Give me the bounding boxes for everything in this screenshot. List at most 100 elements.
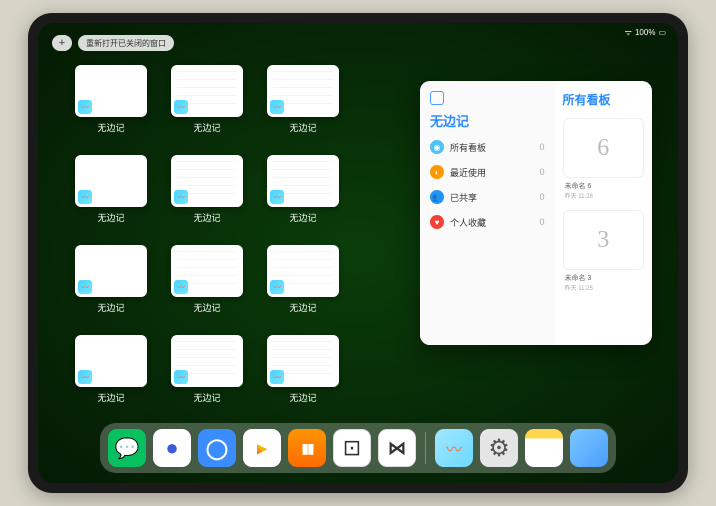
freeform-app-icon	[78, 190, 92, 204]
app-window[interactable]: 无边记	[72, 155, 150, 233]
app-window[interactable]: 无边记	[168, 65, 246, 143]
freeform-popup: ••• 无边记 ◉所有看板0◐最近使用0👥已共享0♥个人收藏0 所有看板 6未命…	[420, 81, 652, 345]
app-window-label: 无边记	[193, 211, 220, 224]
item-label: 所有看板	[450, 141, 486, 154]
app-window-label: 无边记	[97, 301, 124, 314]
folder-app-icon[interactable]	[570, 429, 608, 467]
app-window-label: 无边记	[289, 121, 316, 134]
popup-handle-icon[interactable]: •••	[634, 81, 648, 84]
board-name: 未命名 3	[563, 273, 644, 283]
item-count: 0	[540, 167, 545, 177]
sketch-content: 3	[597, 227, 609, 254]
dock-divider	[425, 432, 426, 464]
category-icon: ◐	[430, 165, 444, 179]
app-window[interactable]: 无边记	[168, 155, 246, 233]
boards-heading: 所有看板	[563, 91, 644, 108]
category-icon: ♥	[430, 215, 444, 229]
window-thumbnail	[171, 245, 243, 297]
window-thumbnail	[75, 335, 147, 387]
notes-app-icon[interactable]	[525, 429, 563, 467]
window-thumbnail	[75, 245, 147, 297]
battery-icon: ▭	[658, 28, 666, 37]
sidebar-item[interactable]: ♥ 个人收藏 0	[430, 215, 545, 229]
sidebar-item[interactable]: ◉ 所有看板 0	[430, 140, 545, 154]
browser1-app-icon[interactable]	[153, 429, 191, 467]
freeform-app-icon	[270, 100, 284, 114]
app-switcher-grid: 无边记无边记无边记无边记无边记无边记无边记无边记无边记无边记无边记无边记	[72, 65, 342, 413]
app-window-label: 无边记	[289, 301, 316, 314]
window-thumbnail	[171, 335, 243, 387]
category-icon: ◉	[430, 140, 444, 154]
board-item[interactable]: 6 未命名 6昨天 11:28	[563, 118, 644, 200]
new-window-button[interactable]: +	[52, 35, 72, 51]
app-window[interactable]: 无边记	[264, 245, 342, 323]
app-window[interactable]: 无边记	[264, 65, 342, 143]
freeform-app-icon[interactable]	[435, 429, 473, 467]
app-window[interactable]: 无边记	[72, 65, 150, 143]
freeform-app-icon	[174, 370, 188, 384]
sidebar-item[interactable]: ◐ 最近使用 0	[430, 165, 545, 179]
app-window-label: 无边记	[193, 301, 220, 314]
browser2-app-icon[interactable]	[198, 429, 236, 467]
app-window-label: 无边记	[289, 391, 316, 404]
freeform-app-icon	[270, 280, 284, 294]
app-window-label: 无边记	[97, 211, 124, 224]
app-window-label: 无边记	[193, 121, 220, 134]
board-timestamp: 昨天 11:28	[563, 191, 644, 200]
window-thumbnail	[267, 155, 339, 207]
board-name: 未命名 6	[563, 181, 644, 191]
window-thumbnail	[267, 65, 339, 117]
status-bar: ᯤ 100% ▭	[625, 27, 666, 38]
app-window-label: 无边记	[193, 391, 220, 404]
freeform-app-icon	[78, 370, 92, 384]
freeform-app-icon	[174, 100, 188, 114]
popup-title: 无边记	[430, 111, 545, 130]
app-window-label: 无边记	[97, 391, 124, 404]
window-thumbnail	[267, 335, 339, 387]
freeform-app-icon	[78, 100, 92, 114]
window-thumbnail	[75, 65, 147, 117]
freeform-app-icon	[174, 190, 188, 204]
item-count: 0	[540, 192, 545, 202]
freeform-app-icon	[78, 280, 92, 294]
item-count: 0	[540, 142, 545, 152]
screen: ᯤ 100% ▭ + 重新打开已关闭的窗口 无边记无边记无边记无边记无边记无边记…	[38, 23, 678, 483]
dice-app-icon[interactable]	[333, 429, 371, 467]
books-app-icon[interactable]	[288, 429, 326, 467]
item-label: 个人收藏	[450, 216, 486, 229]
app-window[interactable]: 无边记	[168, 335, 246, 413]
app-window[interactable]: 无边记	[264, 335, 342, 413]
popup-sidebar: 无边记 ◉所有看板0◐最近使用0👥已共享0♥个人收藏0	[420, 81, 555, 345]
window-thumbnail	[171, 155, 243, 207]
ipad-device: ᯤ 100% ▭ + 重新打开已关闭的窗口 无边记无边记无边记无边记无边记无边记…	[28, 13, 688, 493]
app-window[interactable]: 无边记	[168, 245, 246, 323]
app-window[interactable]: 无边记	[264, 155, 342, 233]
window-thumbnail	[171, 65, 243, 117]
board-item[interactable]: 3 未命名 3昨天 11:25	[563, 210, 644, 292]
connect-app-icon[interactable]	[378, 429, 416, 467]
reopen-closed-window-button[interactable]: 重新打开已关闭的窗口	[78, 35, 174, 51]
popup-content: 所有看板 6 未命名 6昨天 11:28 3 未命名 3昨天 11:25	[555, 81, 652, 345]
freeform-app-icon	[174, 280, 188, 294]
board-thumbnail: 6	[563, 118, 644, 178]
wechat-app-icon[interactable]	[108, 429, 146, 467]
app-window[interactable]: 无边记	[72, 335, 150, 413]
window-thumbnail	[267, 245, 339, 297]
freeform-app-icon	[270, 190, 284, 204]
dock	[100, 423, 616, 473]
play-app-icon[interactable]	[243, 429, 281, 467]
wifi-icon: ᯤ	[625, 27, 632, 38]
settings-app-icon[interactable]	[480, 429, 518, 467]
item-count: 0	[540, 217, 545, 227]
sidebar-item[interactable]: 👥已共享0	[430, 190, 545, 204]
item-label: 最近使用	[450, 166, 486, 179]
board-thumbnail: 3	[563, 210, 644, 270]
app-window-label: 无边记	[289, 211, 316, 224]
app-window-label: 无边记	[97, 121, 124, 134]
sketch-content: 6	[597, 135, 609, 162]
board-timestamp: 昨天 11:25	[563, 283, 644, 292]
battery-text: 100%	[635, 28, 655, 37]
item-label: 已共享	[450, 191, 477, 204]
app-window[interactable]: 无边记	[72, 245, 150, 323]
window-thumbnail	[75, 155, 147, 207]
